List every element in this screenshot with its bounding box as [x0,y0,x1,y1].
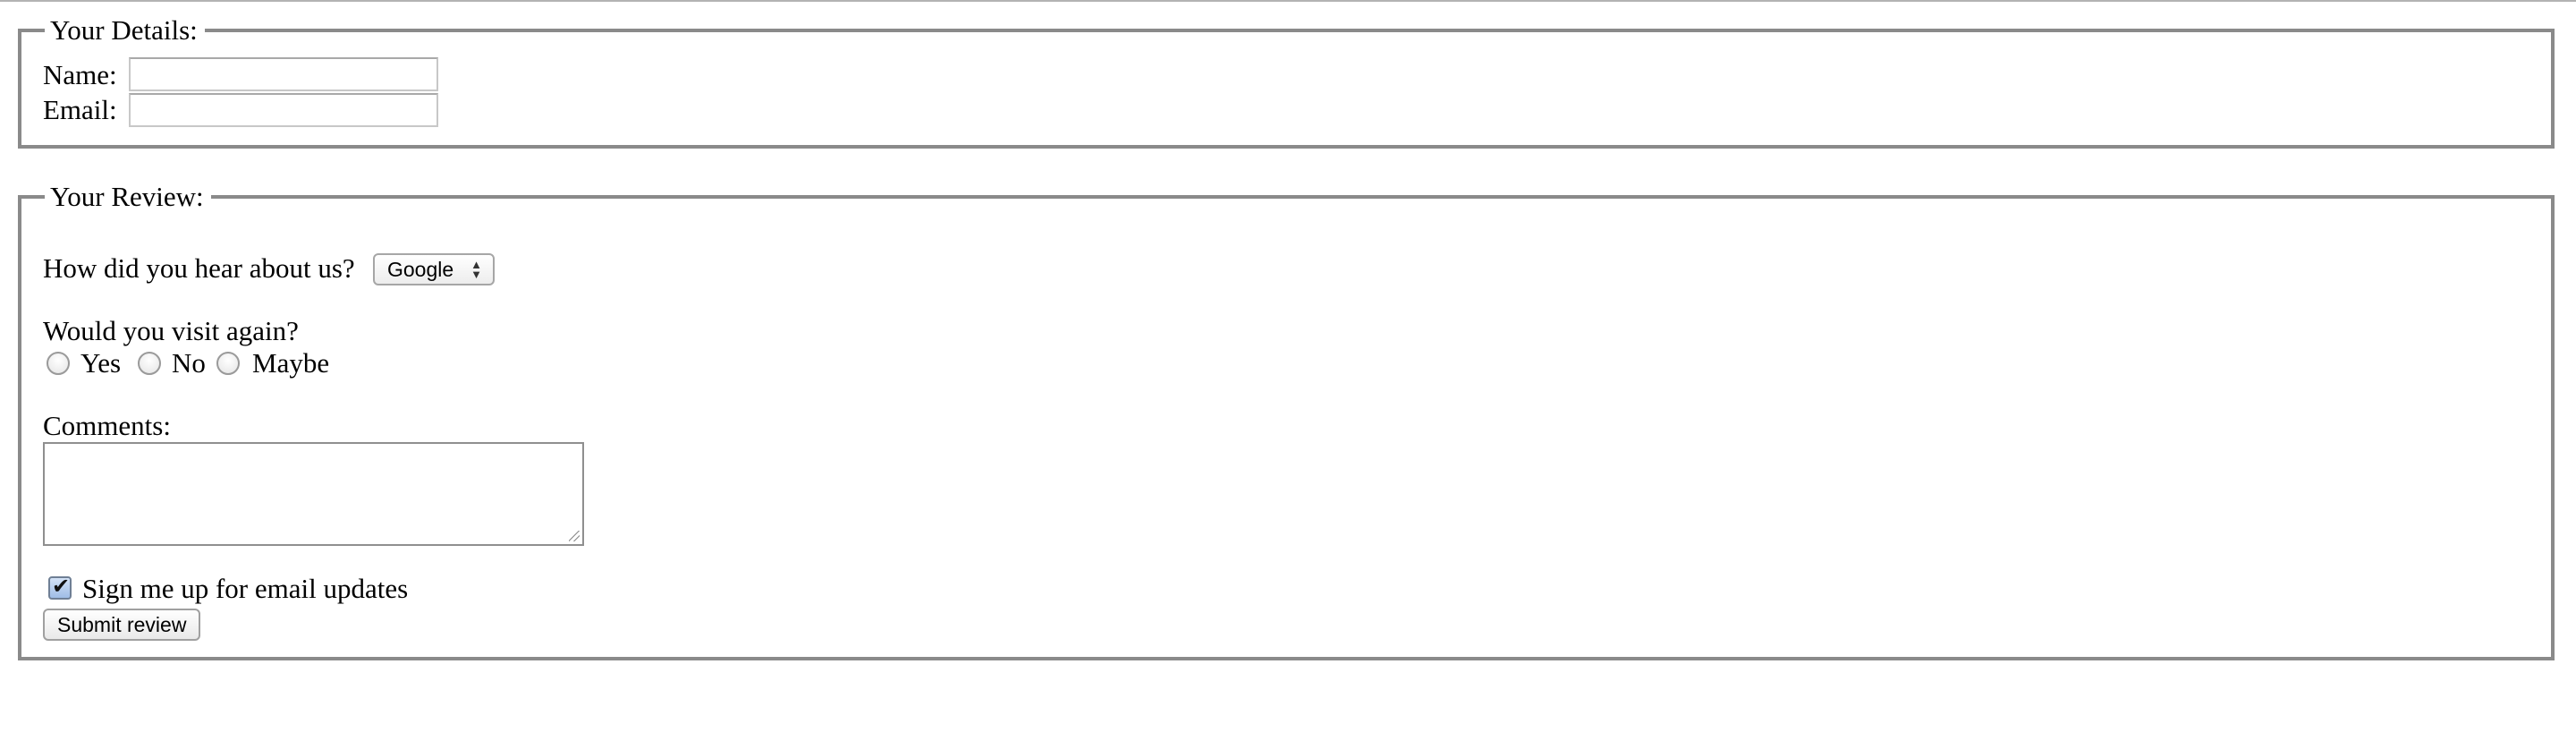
resize-grip-icon[interactable] [569,531,580,541]
comments-label: Comments: [43,410,171,441]
visit-yes-label: Yes [80,347,122,379]
visit-no-radio[interactable] [138,352,161,375]
comments-textarea[interactable] [43,442,584,546]
email-label: Email: [43,94,117,125]
heard-label: How did you hear about us? [43,252,355,284]
visit-maybe-radio[interactable] [216,352,240,375]
review-fieldset: Your Review: How did you hear about us? … [18,181,2555,660]
review-legend: Your Review: [45,181,211,213]
visit-question: Would you visit again? [43,315,299,346]
top-rule [0,0,2576,2]
select-arrows-icon: ▲ ▼ [470,258,482,281]
heard-select[interactable]: Google ▲ ▼ [373,253,495,285]
signup-checkbox[interactable]: ✔ [48,574,72,600]
signup-label: Sign me up for email updates [82,573,409,604]
visit-no-label: No [172,347,206,379]
checkmark-icon: ✔ [52,574,71,599]
email-input[interactable] [129,93,438,127]
visit-maybe-label: Maybe [252,347,330,379]
name-input[interactable] [129,57,438,91]
details-fieldset: Your Details: Name: Email: [18,14,2555,149]
details-legend: Your Details: [45,14,205,47]
name-label: Name: [43,59,117,90]
visit-yes-radio[interactable] [47,352,70,375]
heard-select-value: Google [387,258,454,281]
submit-review-button[interactable]: Submit review [43,609,201,641]
